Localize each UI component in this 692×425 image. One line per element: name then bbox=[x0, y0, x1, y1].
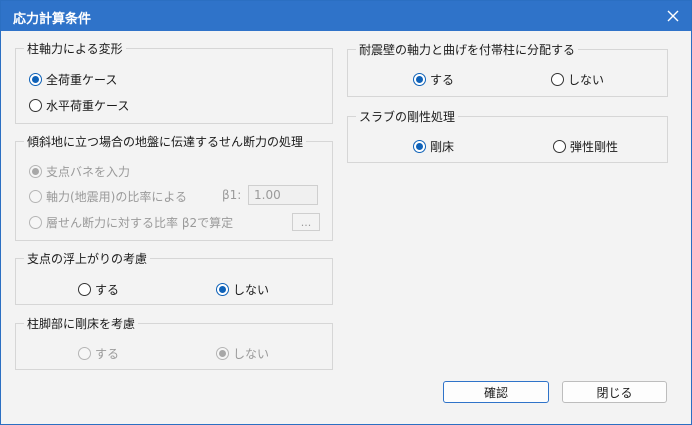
radio-rigid-floor[interactable]: 剛床 bbox=[413, 138, 454, 155]
radio-uplift-yes[interactable]: する bbox=[78, 281, 119, 298]
close-window-button[interactable] bbox=[661, 5, 685, 27]
radio-elastic-stiffness[interactable]: 弾性剛性 bbox=[553, 138, 618, 155]
radio-label: 支点バネを入力 bbox=[46, 165, 131, 179]
radio-unselected-icon bbox=[78, 347, 91, 360]
radio-label: 剛床 bbox=[430, 140, 455, 154]
radio-label: 層せん断力に対する比率 β2で算定 bbox=[46, 216, 234, 230]
radio-distribute-no[interactable]: しない bbox=[551, 71, 604, 88]
group-legend: 傾斜地に立つ場合の地盤に伝達するせん断力の処理 bbox=[24, 133, 307, 150]
radio-label: しない bbox=[568, 73, 605, 87]
radio-label: する bbox=[95, 283, 120, 297]
radio-uplift-no[interactable]: しない bbox=[216, 281, 269, 298]
close-button[interactable]: 閉じる bbox=[562, 381, 667, 403]
radio-rigid-floor-yes[interactable]: する bbox=[78, 345, 119, 362]
group-column-axial-deformation: 柱軸力による変形 全荷重ケース 水平荷重ケース bbox=[15, 40, 333, 124]
ok-button[interactable]: 確認 bbox=[443, 381, 549, 403]
radio-label: 全荷重ケース bbox=[46, 73, 118, 87]
close-icon bbox=[667, 10, 679, 22]
radio-label: しない bbox=[233, 283, 270, 297]
group-support-uplift: 支点の浮上がりの考慮 する しない bbox=[15, 250, 333, 305]
radio-story-shear-ratio[interactable]: 層せん断力に対する比率 β2で算定 bbox=[29, 214, 233, 231]
radio-label: しない bbox=[233, 347, 270, 361]
radio-all-load-cases[interactable]: 全荷重ケース bbox=[29, 71, 117, 88]
radio-unselected-icon bbox=[78, 283, 91, 296]
radio-selected-icon bbox=[413, 73, 426, 86]
group-slab-stiffness: スラブの剛性処理 剛床 弾性剛性 bbox=[347, 108, 668, 163]
radio-distribute-yes[interactable]: する bbox=[413, 71, 454, 88]
radio-unselected-icon bbox=[29, 190, 42, 203]
radio-selected-icon bbox=[413, 140, 426, 153]
radio-label: する bbox=[95, 347, 120, 361]
radio-axial-force-ratio[interactable]: 軸力(地震用)の比率による bbox=[29, 188, 187, 205]
radio-unselected-icon bbox=[551, 73, 564, 86]
radio-unselected-icon bbox=[553, 140, 566, 153]
radio-selected-icon bbox=[29, 165, 42, 178]
group-legend: 耐震壁の軸力と曲げを付帯柱に分配する bbox=[356, 41, 579, 58]
radio-label: 弾性剛性 bbox=[570, 140, 619, 154]
radio-selected-icon bbox=[216, 283, 229, 296]
window-title: 応力計算条件 bbox=[13, 12, 92, 27]
group-legend: スラブの剛性処理 bbox=[356, 108, 459, 125]
group-legend: 柱脚部に剛床を考慮 bbox=[24, 315, 139, 332]
radio-selected-icon bbox=[216, 347, 229, 360]
group-column-base-rigid-floor: 柱脚部に剛床を考慮 する しない bbox=[15, 315, 333, 370]
radio-label: 水平荷重ケース bbox=[46, 99, 130, 113]
radio-label: する bbox=[430, 73, 455, 87]
dialog-window: 応力計算条件 柱軸力による変形 全荷重ケース 水平荷重ケース 傾斜地に立つ場合の… bbox=[0, 0, 692, 425]
beta2-settings-button[interactable]: ... bbox=[292, 213, 320, 231]
group-shear-wall-distribution: 耐震壁の軸力と曲げを付帯柱に分配する する しない bbox=[347, 41, 668, 97]
beta1-input[interactable] bbox=[248, 185, 318, 205]
radio-selected-icon bbox=[29, 73, 42, 86]
radio-horizontal-load-cases[interactable]: 水平荷重ケース bbox=[29, 97, 129, 114]
radio-unselected-icon bbox=[29, 216, 42, 229]
radio-unselected-icon bbox=[29, 99, 42, 112]
beta1-label: β1: bbox=[222, 188, 242, 202]
group-legend: 柱軸力による変形 bbox=[24, 40, 126, 57]
group-legend: 支点の浮上がりの考慮 bbox=[24, 250, 151, 267]
title-bar: 応力計算条件 bbox=[1, 1, 691, 31]
radio-rigid-floor-no[interactable]: しない bbox=[216, 345, 269, 362]
group-slope-shear-transfer: 傾斜地に立つ場合の地盤に伝達するせん断力の処理 支点バネを入力 軸力(地震用)の… bbox=[15, 133, 333, 241]
radio-label: 軸力(地震用)の比率による bbox=[46, 190, 188, 204]
radio-support-spring-input[interactable]: 支点バネを入力 bbox=[29, 163, 130, 180]
